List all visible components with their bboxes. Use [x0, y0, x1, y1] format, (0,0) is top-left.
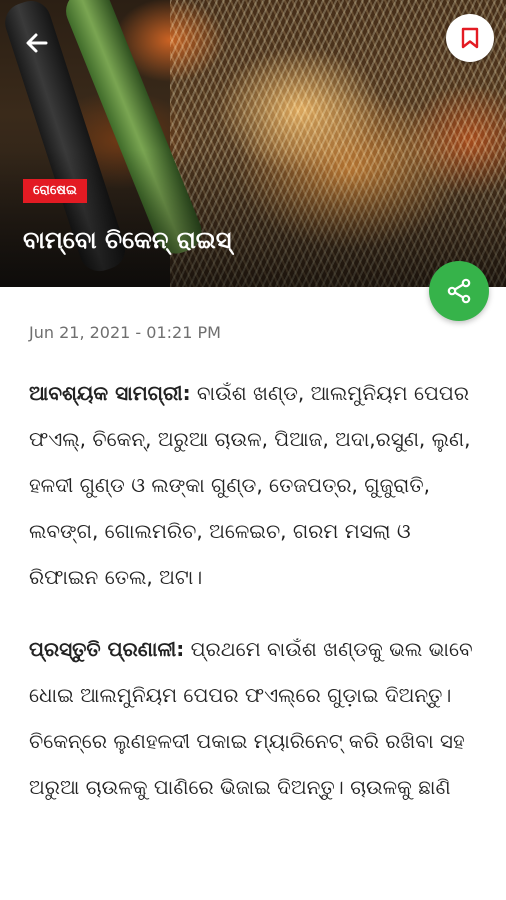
arrow-left-icon — [26, 33, 48, 53]
method-paragraph: ପ୍ରସ୍ତୁତି ପ୍ରଣାଳୀ: ପ୍ରଥମେ ବାଉଁଶ ଖଣ୍ଡକୁ ଭ… — [29, 626, 481, 810]
ingredients-paragraph: ଆବଶ୍ୟକ ସାମଗ୍ରୀ: ବାଉଁଶ ଖଣ୍ଡ, ଆଲମୁନିୟମ ପେପ… — [29, 370, 481, 600]
article-title: ବାମ୍ବୋ ଚିକେନ୍ ରାଇସ୍ — [23, 226, 232, 254]
method-label: ପ୍ରସ୍ତୁତି ପ୍ରଣାଳୀ: — [29, 637, 185, 661]
ingredients-label: ଆବଶ୍ୟକ ସାମଗ୍ରୀ: — [29, 381, 191, 405]
bookmark-icon — [461, 27, 479, 49]
hero-gradient-overlay — [0, 150, 506, 287]
article-body: ଆବଶ୍ୟକ ସାମଗ୍ରୀ: ବାଉଁଶ ଖଣ୍ଡ, ଆଲମୁନିୟମ ପେପ… — [29, 370, 481, 836]
article-date: Jun 21, 2021 - 01:21 PM — [29, 323, 221, 342]
share-button[interactable] — [429, 261, 489, 321]
back-button[interactable] — [22, 28, 52, 58]
bookmark-button[interactable] — [446, 14, 494, 62]
method-text: ପ୍ରଥମେ ବାଉଁଶ ଖଣ୍ଡକୁ ଭଲ ଭାବେ ଧୋଇ ଆଲମୁନିୟମ… — [29, 637, 473, 799]
category-tag[interactable]: ରୋଷେଇ — [23, 179, 87, 203]
ingredients-text: ବାଉଁଶ ଖଣ୍ଡ, ଆଲମୁନିୟମ ପେପର ଫଏଲ୍, ଚିକେନ୍, … — [29, 381, 471, 589]
hero-image: ରୋଷେଇ ବାମ୍ବୋ ଚିକେନ୍ ରାଇସ୍ — [0, 0, 506, 287]
share-icon — [447, 278, 471, 304]
